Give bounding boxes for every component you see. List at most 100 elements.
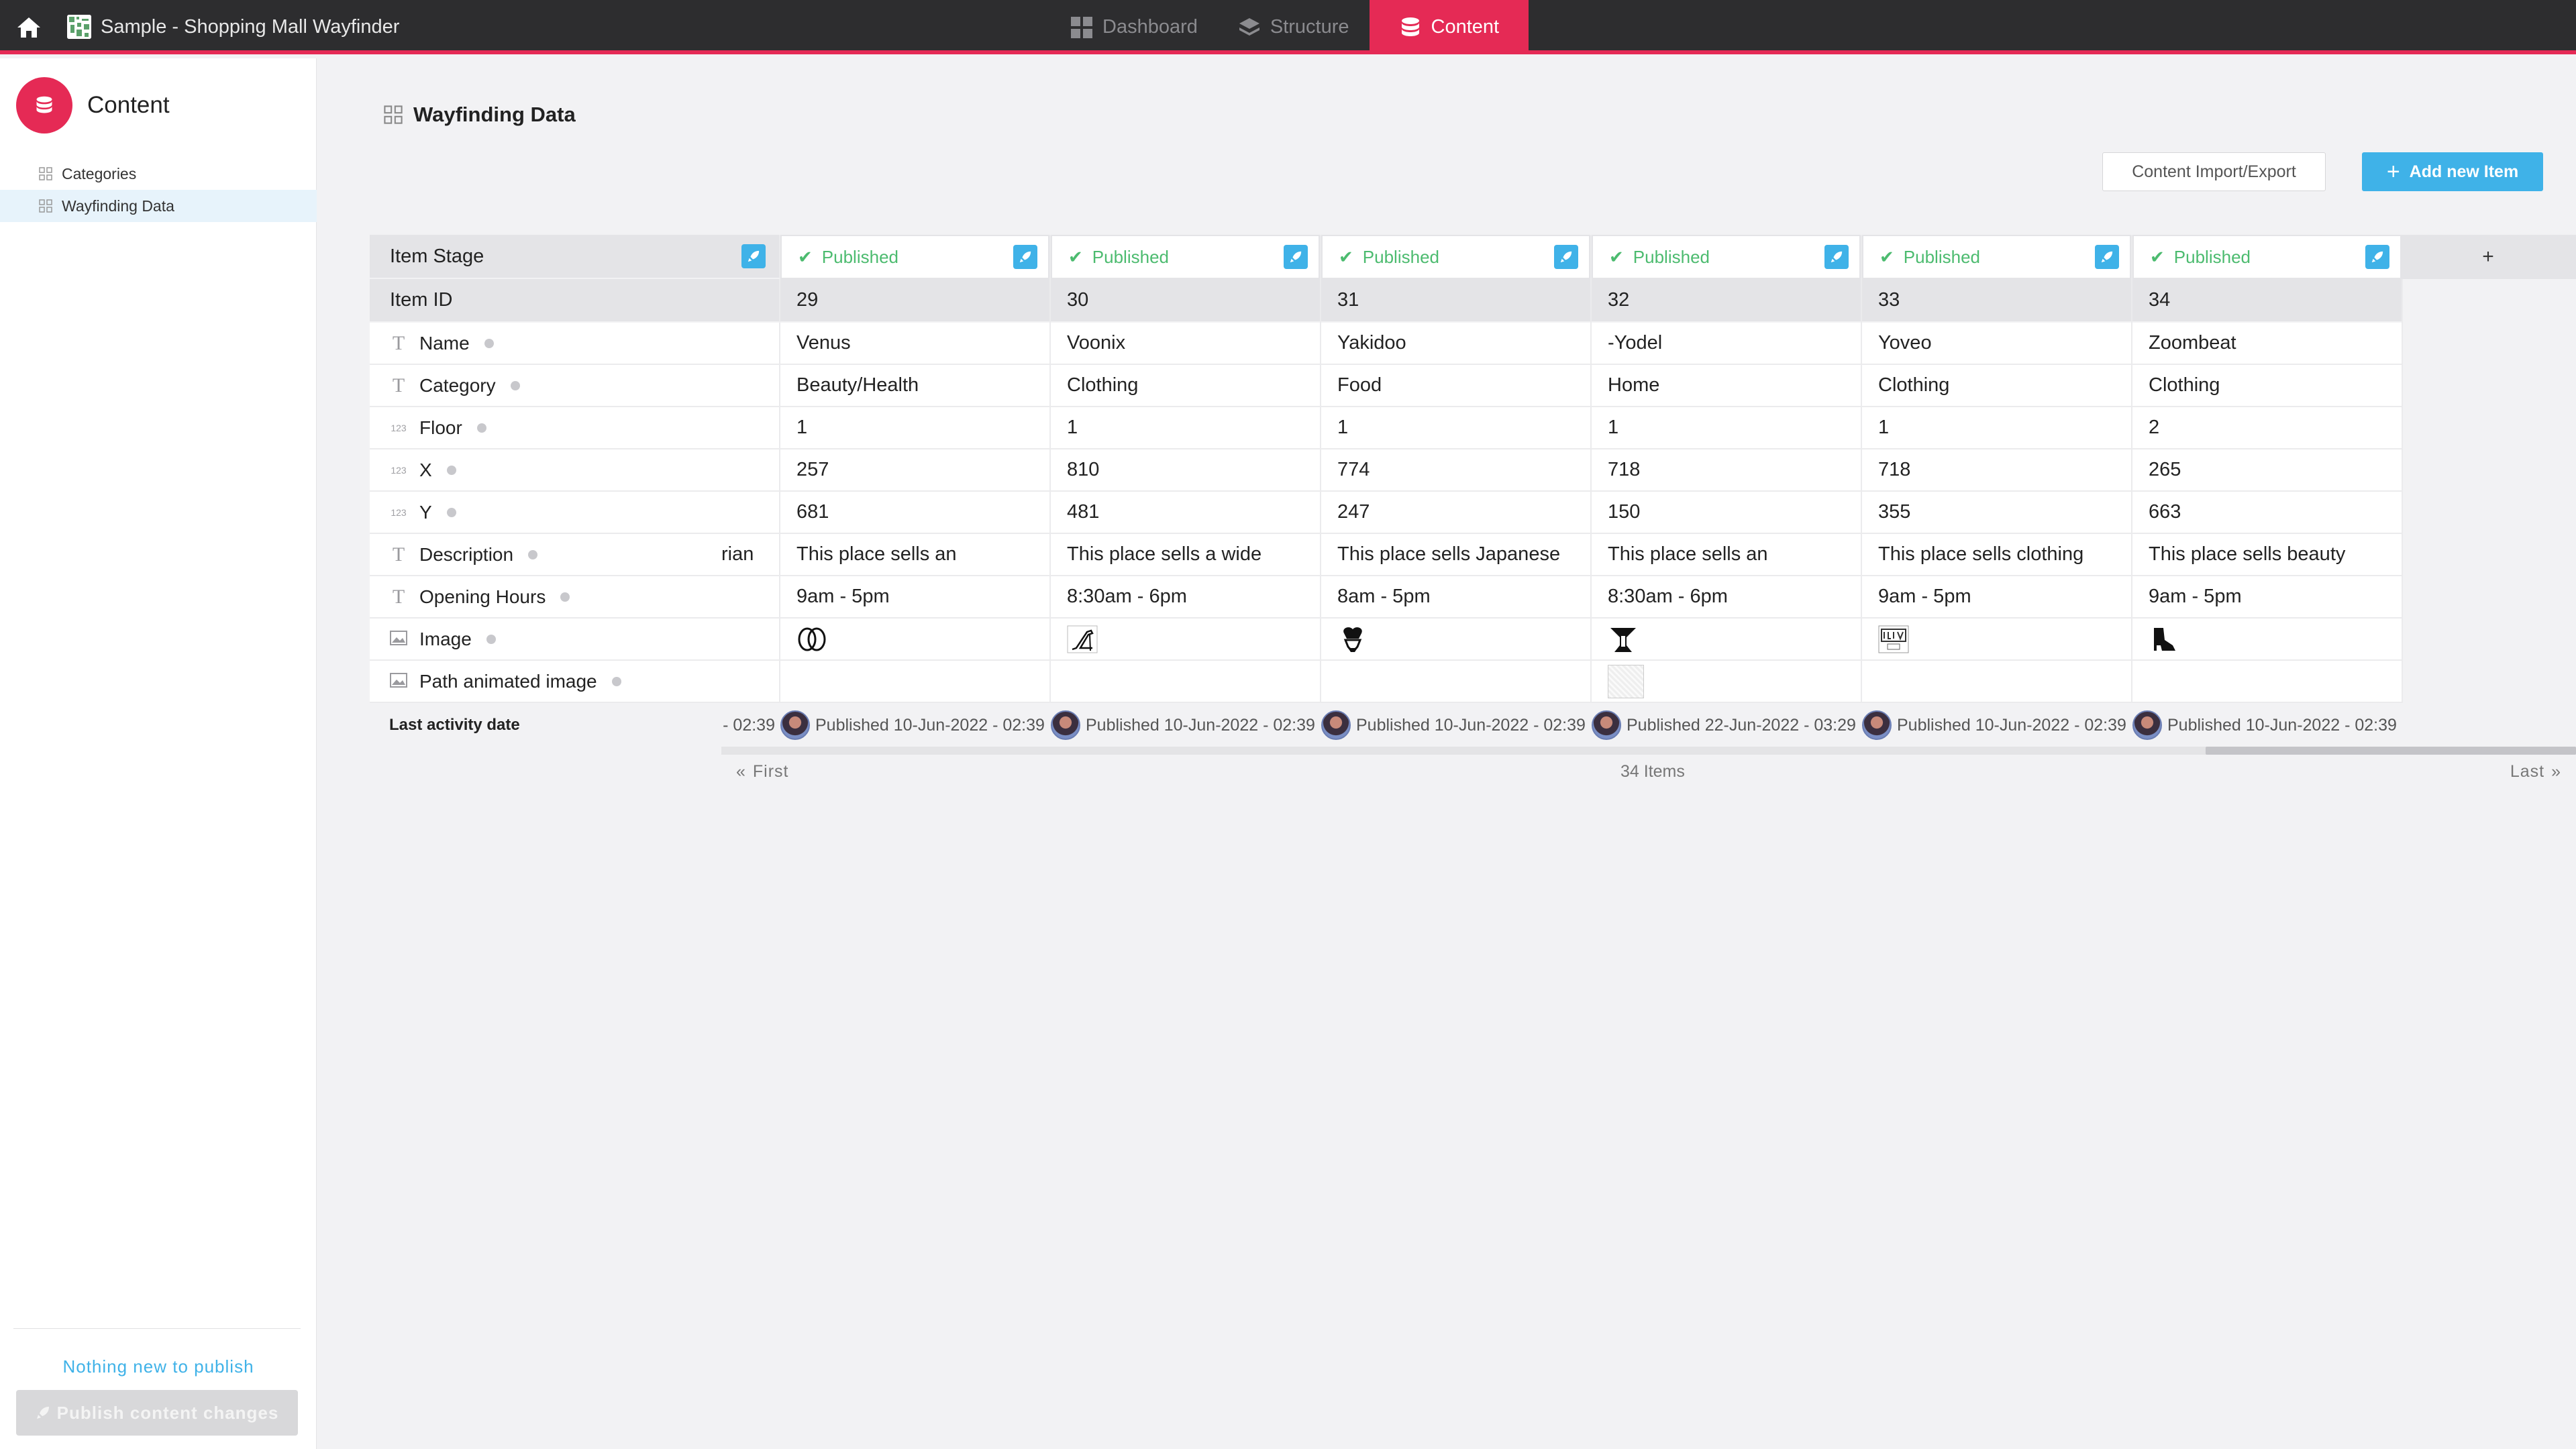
table-cell[interactable]: Clothing: [1051, 365, 1320, 407]
table-cell[interactable]: [721, 323, 780, 365]
publish-button[interactable]: Publish content changes: [16, 1390, 298, 1436]
table-cell[interactable]: Home: [1592, 365, 1861, 407]
table-cell[interactable]: This place sells a wide: [1051, 534, 1320, 576]
table-cell[interactable]: 481: [1051, 492, 1320, 534]
table-cell[interactable]: 1: [1862, 407, 2131, 449]
table-cell[interactable]: Beauty/Health: [780, 365, 1049, 407]
table-cell[interactable]: Voonix: [1051, 323, 1320, 365]
table-cell[interactable]: 2: [2132, 407, 2402, 449]
rings-icon: [796, 624, 827, 655]
image-cell[interactable]: [1862, 661, 2131, 703]
image-cell[interactable]: [2132, 661, 2402, 703]
table-cell[interactable]: 355: [1862, 492, 2131, 534]
table-cell[interactable]: Yakidoo: [1321, 323, 1590, 365]
table-cell[interactable]: This place sells an: [1592, 534, 1861, 576]
image-cell[interactable]: [780, 619, 1049, 661]
table-cell[interactable]: 8:30am - 6pm: [1051, 576, 1320, 619]
table-cell[interactable]: 8am - 5pm: [1321, 576, 1590, 619]
image-cell[interactable]: [2132, 619, 2402, 661]
table-cell[interactable]: 257: [780, 449, 1049, 492]
last-page-button[interactable]: Last »: [2510, 762, 2561, 782]
sidebar-title: Content: [87, 92, 170, 118]
table-cell[interactable]: [721, 407, 780, 449]
first-page-button[interactable]: « First: [736, 762, 789, 782]
table-cell[interactable]: -Yodel: [1592, 323, 1861, 365]
publish-item-button[interactable]: [1554, 245, 1578, 269]
table-cell[interactable]: Clothing: [1862, 365, 2131, 407]
import-export-button[interactable]: Content Import/Export: [2102, 152, 2326, 191]
table-cell[interactable]: 718: [1592, 449, 1861, 492]
image-cell[interactable]: [1051, 619, 1320, 661]
table-cell[interactable]: 9am - 5pm: [2132, 576, 2402, 619]
table-cell[interactable]: 1: [780, 407, 1049, 449]
tab-structure[interactable]: Structure: [1218, 0, 1370, 54]
row-label-path-animated-image: Path animated image: [370, 661, 721, 703]
table-cell[interactable]: 247: [1321, 492, 1590, 534]
image-cell[interactable]: [1592, 619, 1861, 661]
table-cell[interactable]: 150: [1592, 492, 1861, 534]
image-cell[interactable]: [1051, 661, 1320, 703]
table-cell[interactable]: Zoombeat: [2132, 323, 2402, 365]
image-cell[interactable]: [1862, 619, 2131, 661]
horizontal-scrollbar[interactable]: [721, 747, 2576, 755]
table-cell[interactable]: 1: [1592, 407, 1861, 449]
table-cell[interactable]: This place sells clothing: [1862, 534, 2131, 576]
table-cell[interactable]: 265: [2132, 449, 2402, 492]
info-icon[interactable]: [476, 423, 486, 433]
table-cell[interactable]: [721, 492, 780, 534]
table-cell[interactable]: 1: [1051, 407, 1320, 449]
table-cell[interactable]: This place sells beauty: [2132, 534, 2402, 576]
image-cell[interactable]: [1592, 661, 1861, 703]
publish-item-button[interactable]: [2095, 245, 2119, 269]
table-cell[interactable]: 810: [1051, 449, 1320, 492]
info-icon[interactable]: [446, 507, 456, 517]
add-item-button[interactable]: + Add new Item: [2362, 152, 2543, 191]
publish-item-button[interactable]: [1013, 245, 1037, 269]
info-icon[interactable]: [560, 592, 570, 602]
table-cell[interactable]: [721, 365, 780, 407]
home-button[interactable]: [0, 0, 58, 54]
table-cell[interactable]: This place sells Japanese: [1321, 534, 1590, 576]
table-cell[interactable]: 9am - 5pm: [780, 576, 1049, 619]
info-icon[interactable]: [611, 676, 621, 686]
tab-dashboard[interactable]: Dashboard: [1050, 0, 1218, 54]
sidebar-item-categories[interactable]: Categories: [0, 158, 317, 190]
pager: « First 34 Items Last »: [721, 762, 2576, 789]
table-cell[interactable]: [721, 619, 780, 661]
table-cell[interactable]: Venus: [780, 323, 1049, 365]
scrollbar-thumb[interactable]: [2206, 747, 2576, 755]
info-icon[interactable]: [446, 465, 456, 475]
table-cell[interactable]: [721, 661, 780, 703]
info-icon[interactable]: [528, 549, 538, 559]
table-cell[interactable]: 1: [1321, 407, 1590, 449]
add-column-button[interactable]: +: [2400, 235, 2576, 279]
table-cell[interactable]: [721, 449, 780, 492]
table-cell[interactable]: This place sells an: [780, 534, 1049, 576]
table-cell[interactable]: 8:30am - 6pm: [1592, 576, 1861, 619]
publish-item-button[interactable]: [741, 244, 766, 268]
info-icon[interactable]: [510, 380, 520, 390]
table-cell[interactable]: Food: [1321, 365, 1590, 407]
stage-label: Published: [821, 246, 898, 267]
item-id-cell: 33: [1862, 279, 2131, 323]
publish-item-button[interactable]: [1284, 245, 1308, 269]
table-cell[interactable]: 718: [1862, 449, 2131, 492]
table-cell[interactable]: 774: [1321, 449, 1590, 492]
table-cell[interactable]: Clothing: [2132, 365, 2402, 407]
publish-item-button[interactable]: [2365, 245, 2389, 269]
table-cell[interactable]: 9am - 5pm: [1862, 576, 2131, 619]
info-icon[interactable]: [484, 338, 494, 348]
image-cell[interactable]: [780, 661, 1049, 703]
publish-item-button[interactable]: [1824, 245, 1849, 269]
image-cell[interactable]: [1321, 661, 1590, 703]
table-cell[interactable]: rian: [721, 534, 780, 576]
table-cell[interactable]: 681: [780, 492, 1049, 534]
table-cell[interactable]: Yoveo: [1862, 323, 2131, 365]
table-cell[interactable]: [721, 576, 780, 619]
info-icon[interactable]: [486, 634, 496, 644]
image-cell[interactable]: [1321, 619, 1590, 661]
sidebar-item-wayfinding-data[interactable]: Wayfinding Data: [0, 190, 317, 222]
layers-icon: [1239, 17, 1259, 36]
table-cell[interactable]: 663: [2132, 492, 2402, 534]
tab-content[interactable]: Content: [1369, 0, 1529, 54]
